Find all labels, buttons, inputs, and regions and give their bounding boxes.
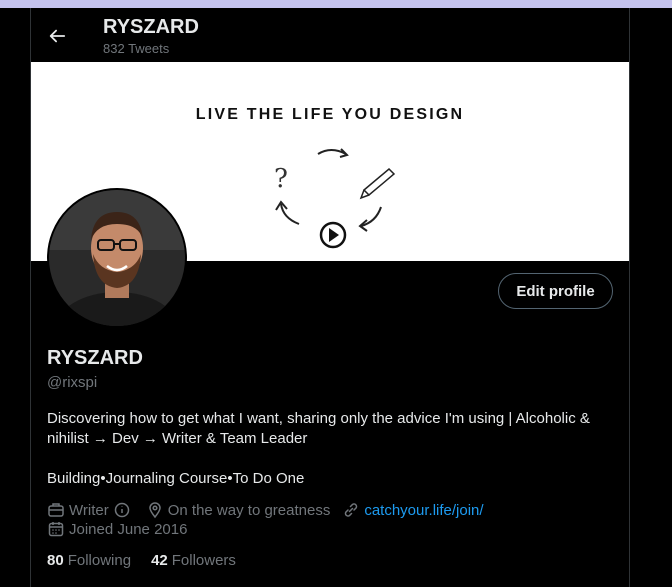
profile-website: catchyour.life/join/ [342,501,484,519]
website-link[interactable]: catchyour.life/join/ [364,502,483,519]
play-circle-icon [319,221,347,249]
followers-label: Followers [171,551,236,569]
location-pin-icon [148,502,161,519]
joined-item: Joined June 2016 [47,520,187,538]
calendar-icon [48,522,64,537]
joined-label: Joined June 2016 [69,520,188,538]
profile-category: Writer [47,501,134,519]
info-icon[interactable] [114,502,130,518]
avatar[interactable] [47,188,187,328]
profile-header: RYSZARD 832 Tweets [31,8,629,62]
following-label: Following [67,551,132,569]
back-button[interactable] [43,22,71,50]
arrow-left-icon [49,29,66,43]
following-count: 80 [47,551,64,569]
following-link[interactable]: 80 Following [47,552,131,569]
tweet-count: 832 Tweets [103,41,170,56]
profile-bio: Discovering how to get what I want, shar… [47,410,590,447]
followers-count: 42 [151,551,168,569]
column-border-right [629,8,630,587]
profile-name: RYSZARD [47,347,143,369]
edit-profile-button[interactable]: Edit profile [498,273,613,309]
profile-meta: Writer On the way to greatness catchyour… [47,500,496,520]
profile-bio-projects: Building•Journaling Course•To Do One [47,470,305,487]
follow-stats: 80 Following 42 Followers [47,550,256,570]
question-mark-icon: ? [274,164,288,194]
link-icon [345,503,358,517]
pen-icon [359,167,396,200]
window-top-strip [0,0,672,8]
header-title: RYSZARD [103,16,199,38]
avatar-photo [49,190,185,326]
profile-handle: @rixspi [47,374,98,391]
location-label: On the way to greatness [167,501,331,519]
category-label: Writer [69,501,109,519]
followers-link[interactable]: 42 Followers [151,552,236,569]
profile-location: On the way to greatness [146,501,331,519]
profile-joined: Joined June 2016 [47,519,199,539]
briefcase-icon [48,503,64,517]
